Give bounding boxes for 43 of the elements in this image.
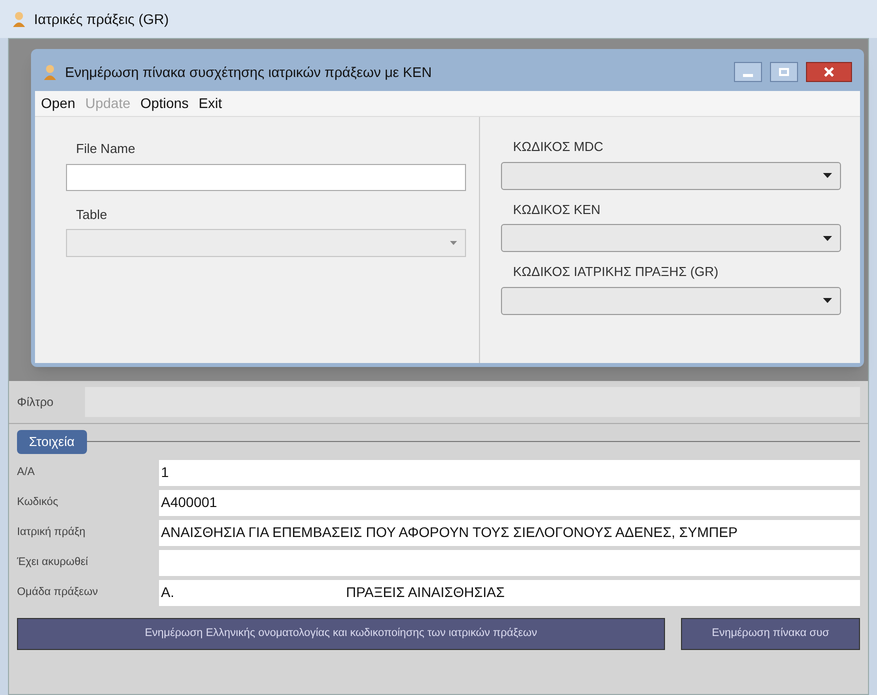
row-label: Έχει ακυρωθεί [17, 555, 89, 570]
field-value: ΠΡΑΞΕΙΣ ΑΙΝΑΙΣΘΗΣΙΑΣ [346, 583, 505, 602]
filter-label: Φίλτρο [17, 394, 54, 411]
field-value: ΑΝΑΙΣΘΗΣΙΑ ΓΙΑ ΕΠΕΜΒΑΣΕΙΣ ΠΟΥ ΑΦΟΡΟΥΝ ΤΟΥΣ ΣΙΕΛΟΓΟΝΟΥΣ ΑΔΕΝΕΣ, ΣΥΜΠΕΡ [161, 523, 738, 542]
field-label: File Name [75, 140, 136, 158]
close-icon [824, 67, 834, 77]
field-label: Table [75, 206, 108, 224]
caret-icon [823, 298, 832, 303]
dropdown[interactable] [501, 286, 841, 314]
row-label: Ομάδα πράξεων [17, 585, 99, 600]
value-field[interactable]: A400001 [159, 490, 860, 516]
action-button[interactable]: Ενημέρωση Ελληνικής ονοματολογίας και κωδικοποίησης των ιατρικών πράξεων [17, 618, 665, 650]
field-value: Α. [161, 583, 176, 602]
menu-item[interactable]: Exit [198, 93, 222, 114]
dialog-title: Ενημέρωση πίνακα συσχέτησης ιατρικών πράξεων με ΚΕΝ [65, 62, 433, 82]
value-field[interactable]: ΑΝΑΙΣΘΗΣΙΑ ΓΙΑ ΕΠΕΜΒΑΣΕΙΣ ΠΟΥ ΑΦΟΡΟΥΝ ΤΟΥΣ ΣΙΕΛΟΓΟΝΟΥΣ ΑΔΕΝΕΣ, ΣΥΜΠΕΡ [159, 520, 860, 546]
field-label: ΚΩΔΙΚΟΣ MDC [512, 138, 604, 156]
maximize-button[interactable] [770, 62, 798, 82]
minimize-button[interactable] [734, 62, 762, 82]
caret-icon [450, 241, 457, 245]
window-title: Ιατρικές πράξεις (GR) [34, 10, 169, 29]
value-field[interactable]: Α. ΠΡΑΞΕΙΣ ΑΙΝΑΙΣΘΗΣΙΑΣ [159, 580, 860, 606]
row-label: Α/Α [17, 465, 36, 480]
value-field[interactable]: 1 [159, 460, 860, 486]
field-value: 1 [161, 463, 169, 482]
close-button[interactable] [806, 62, 852, 82]
caret-icon [823, 236, 832, 240]
caret-icon [823, 173, 832, 178]
field-label: ΚΩΔΙΚΟΣ ΙΑΤΡΙΚΗΣ ΠΡΑΞΗΣ (GR) [512, 263, 720, 281]
field-value: A400001 [161, 493, 218, 512]
user-icon [43, 64, 57, 80]
row-label: Κωδικός [17, 495, 60, 510]
dropdown[interactable] [501, 162, 841, 190]
value-field[interactable] [159, 550, 860, 576]
file-name-field[interactable] [66, 164, 466, 190]
field-label: ΚΩΔΙΚΟΣ ΚΕΝ [512, 200, 602, 218]
row-label: Ιατρική πράξη [17, 525, 86, 540]
user-icon [12, 11, 26, 27]
action-button[interactable]: Ενημέρωση πίνακα συσ [681, 618, 860, 650]
dropdown[interactable] [501, 224, 841, 252]
table-dropdown[interactable] [66, 229, 466, 257]
menu-item[interactable]: Options [140, 93, 189, 114]
menu-item[interactable]: Open [41, 93, 76, 114]
